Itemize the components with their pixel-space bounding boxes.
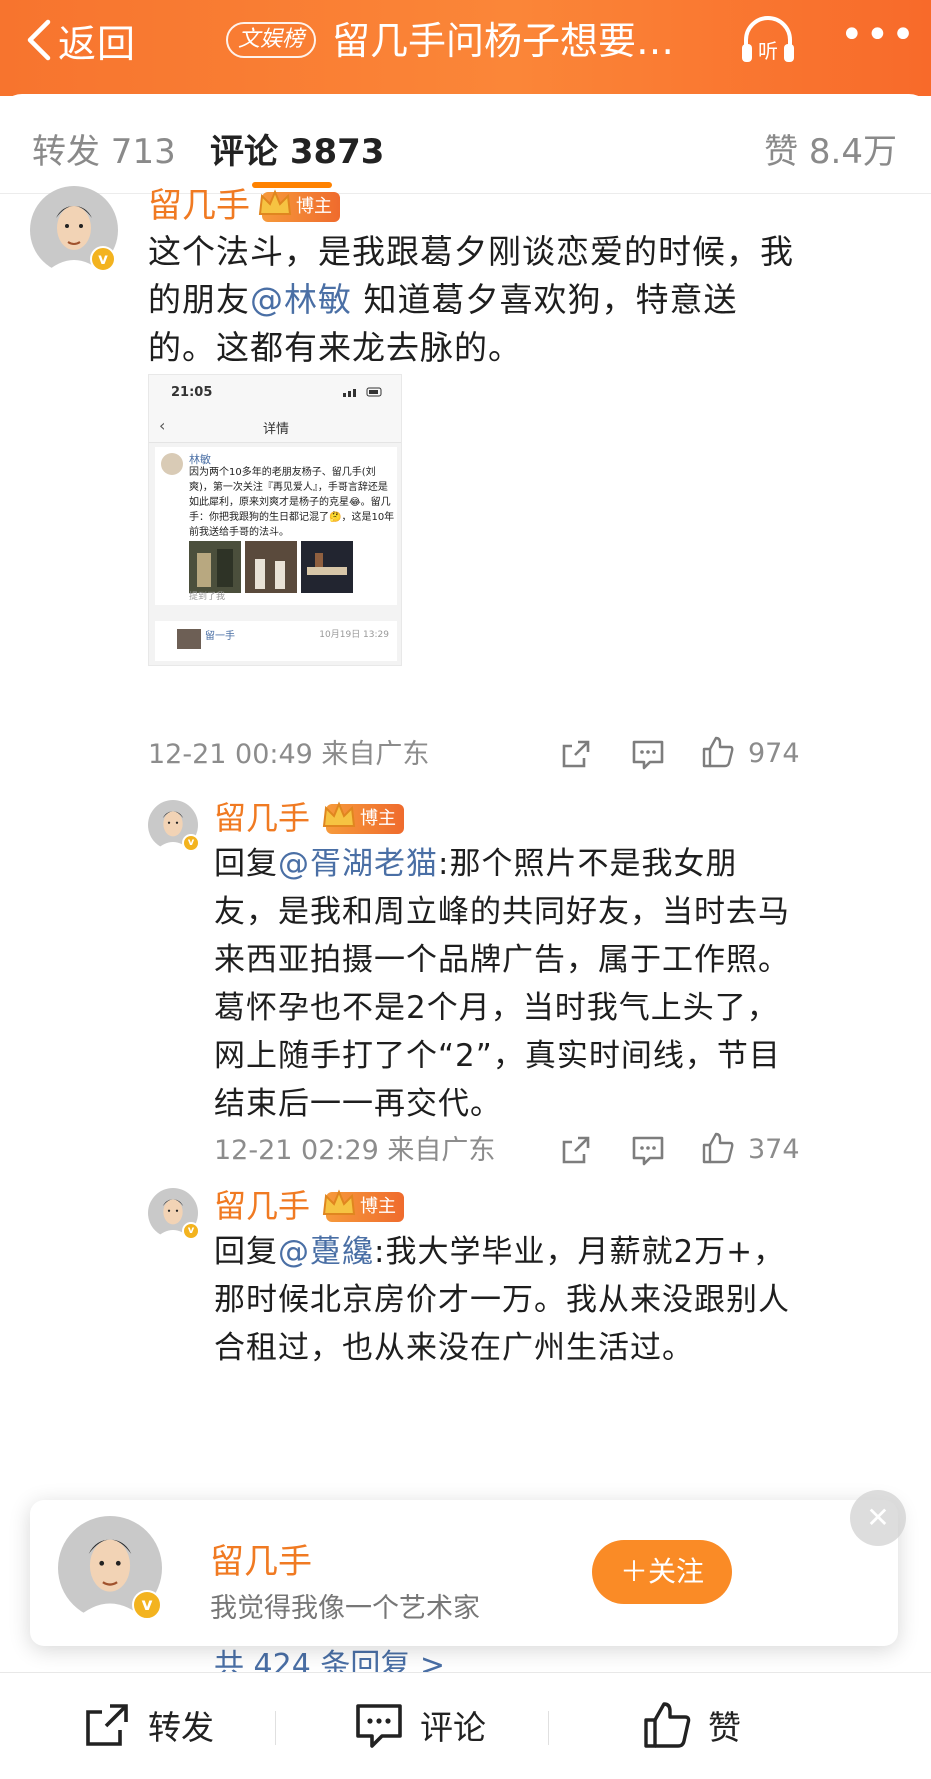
photo-thumbnail bbox=[245, 541, 297, 593]
comment-icon bbox=[632, 740, 664, 770]
mention-link[interactable]: @胥湖老猫 bbox=[278, 846, 438, 882]
blogger-badge-label: 博主 bbox=[296, 196, 332, 217]
follow-button[interactable]: ＋关注 bbox=[592, 1540, 732, 1604]
follow-prompt-card: v 留几手 我觉得我像一个艺术家 ＋关注 bbox=[30, 1500, 898, 1646]
comment-text-part: :那个照片不是我女朋友，是我和周立峰的共同好友，当时去马来西亚拍摄一个品牌广告，… bbox=[214, 846, 790, 1122]
comment-username[interactable]: 留几手 bbox=[148, 186, 250, 226]
comment-icon bbox=[356, 1704, 402, 1748]
embedded-text: 因为两个10多年的老朋友杨子、留几手(刘爽)，第一次关注『再见爱人』，手哥言辞还… bbox=[189, 467, 395, 538]
verified-badge-icon: v bbox=[182, 1222, 200, 1240]
back-label: 返回 bbox=[58, 21, 137, 66]
embedded-avatar bbox=[161, 453, 183, 475]
embedded-nav-title: 详情 bbox=[262, 422, 289, 437]
blogger-badge-label: 博主 bbox=[360, 1196, 396, 1217]
avatar[interactable]: v bbox=[30, 186, 118, 274]
embedded-reply-author: 留一手 bbox=[205, 631, 235, 642]
photo-thumbnail bbox=[189, 541, 241, 593]
top-bar: 返回 文娱榜 留几手问杨子想要自… 听 ••• bbox=[0, 0, 931, 96]
thumbs-up-icon bbox=[644, 1702, 691, 1748]
share-button[interactable] bbox=[558, 736, 594, 772]
comment-button[interactable]: 评论 bbox=[352, 1697, 486, 1753]
comment-label: 评论 bbox=[420, 1708, 486, 1747]
entertainment-board-badge[interactable]: 文娱榜 bbox=[226, 22, 317, 58]
comment-meta: 12-21 00:49 来自广东 bbox=[148, 739, 430, 770]
comment-body: 这个法斗，是我跟葛夕刚谈恋爱的时候，我的朋友@林敏 知道葛夕喜欢狗，特意送的。这… bbox=[148, 228, 798, 372]
signal-icon bbox=[343, 387, 382, 397]
tab-comments[interactable]: 评论 3873 bbox=[210, 124, 384, 173]
share-icon bbox=[562, 1136, 590, 1164]
comment-text-part: 回复 bbox=[214, 846, 278, 882]
like-count: 374 bbox=[748, 1134, 800, 1165]
embedded-reply-thumbnail bbox=[177, 629, 201, 649]
headphones-icon: 听 bbox=[742, 16, 794, 63]
crown-icon bbox=[322, 801, 356, 827]
tab-likes[interactable]: 赞 8.4万 bbox=[764, 124, 897, 173]
like-post-button[interactable]: 赞 bbox=[640, 1697, 741, 1753]
mention-link[interactable]: @林敏 bbox=[250, 280, 352, 319]
blogger-badge: 博主 bbox=[322, 1189, 404, 1222]
embedded-status-bar: 21:05 bbox=[149, 375, 401, 409]
photo-thumbnail bbox=[301, 541, 353, 593]
follow-card-bio: 我觉得我像一个艺术家 bbox=[210, 1593, 480, 1624]
verified-badge-icon: v bbox=[132, 1590, 162, 1620]
more-options-button[interactable]: ••• bbox=[840, 15, 915, 55]
blogger-badge: 博主 bbox=[322, 801, 404, 834]
share-icon bbox=[562, 740, 590, 768]
verified-badge-icon: v bbox=[90, 246, 116, 272]
embedded-nav-bar: ‹ 详情 bbox=[149, 409, 401, 443]
comment-body: 回复@躉纔:我大学毕业，月薪就2万+，那时候北京房价才一万。我从来没跟别人合租过… bbox=[214, 1228, 798, 1372]
verified-badge-icon: v bbox=[182, 834, 200, 852]
like-button[interactable] bbox=[700, 734, 736, 770]
blogger-badge: 博主 bbox=[258, 189, 340, 222]
follow-card-username[interactable]: 留几手 bbox=[210, 1534, 312, 1583]
reply-button[interactable] bbox=[630, 736, 666, 772]
repost-button[interactable]: 转发 bbox=[80, 1697, 214, 1753]
repost-label: 转发 bbox=[148, 1708, 214, 1747]
crown-icon bbox=[258, 189, 292, 215]
divider bbox=[548, 1711, 549, 1745]
tab-reposts[interactable]: 转发 713 bbox=[32, 124, 176, 173]
comment-body: 回复@胥湖老猫:那个照片不是我女朋友，是我和周立峰的共同好友，当时去马来西亚拍摄… bbox=[214, 840, 798, 1128]
embedded-reply-date: 10月19日 13:29 bbox=[319, 630, 389, 640]
bottom-action-bar: 转发 评论 赞 bbox=[0, 1672, 931, 1779]
thumbs-up-icon bbox=[702, 1132, 734, 1164]
like-label: 赞 bbox=[708, 1708, 741, 1747]
avatar[interactable]: v bbox=[58, 1516, 162, 1620]
tab-bar: 转发 713 评论 3873 赞 8.4万 bbox=[0, 94, 931, 194]
comment-meta: 12-21 02:29 来自广东 bbox=[214, 1135, 496, 1166]
close-icon[interactable]: ✕ bbox=[850, 1490, 906, 1546]
blogger-badge-label: 博主 bbox=[360, 808, 396, 829]
listen-button[interactable]: 听 bbox=[738, 14, 798, 68]
comment-icon bbox=[632, 1136, 664, 1166]
crown-icon bbox=[322, 1189, 356, 1215]
embedded-time: 21:05 bbox=[171, 385, 213, 400]
avatar[interactable]: v bbox=[148, 800, 200, 852]
share-icon bbox=[86, 1704, 128, 1746]
avatar[interactable]: v bbox=[148, 1188, 200, 1240]
back-button[interactable]: 返回 bbox=[24, 14, 136, 66]
comment-text-part: 回复 bbox=[214, 1234, 278, 1270]
reply-button[interactable] bbox=[630, 1132, 666, 1168]
divider bbox=[275, 1711, 276, 1745]
like-button[interactable] bbox=[700, 1130, 736, 1166]
listen-label: 听 bbox=[758, 39, 778, 63]
embedded-footer: 提到了我 bbox=[189, 592, 226, 602]
comment-username[interactable]: 留几手 bbox=[214, 1186, 310, 1226]
thumbs-up-icon bbox=[702, 736, 734, 768]
embedded-reply: 留一手 10月19日 13:29 bbox=[155, 621, 397, 661]
page-title: 留几手问杨子想要自… bbox=[332, 19, 702, 63]
like-count: 974 bbox=[748, 738, 800, 769]
comment-username[interactable]: 留几手 bbox=[214, 798, 310, 838]
share-button[interactable] bbox=[558, 1132, 594, 1168]
mention-link[interactable]: @躉纔 bbox=[278, 1234, 374, 1270]
embedded-post: 林敏 因为两个10多年的老朋友杨子、留几手(刘爽)，第一次关注『再见爱人』，手哥… bbox=[155, 447, 397, 605]
comment-image[interactable]: 21:05 ‹ 详情 林敏 因为两个10多年的老朋友杨子、留几手(刘爽)，第一次… bbox=[148, 374, 402, 666]
chevron-left-icon bbox=[27, 19, 51, 61]
